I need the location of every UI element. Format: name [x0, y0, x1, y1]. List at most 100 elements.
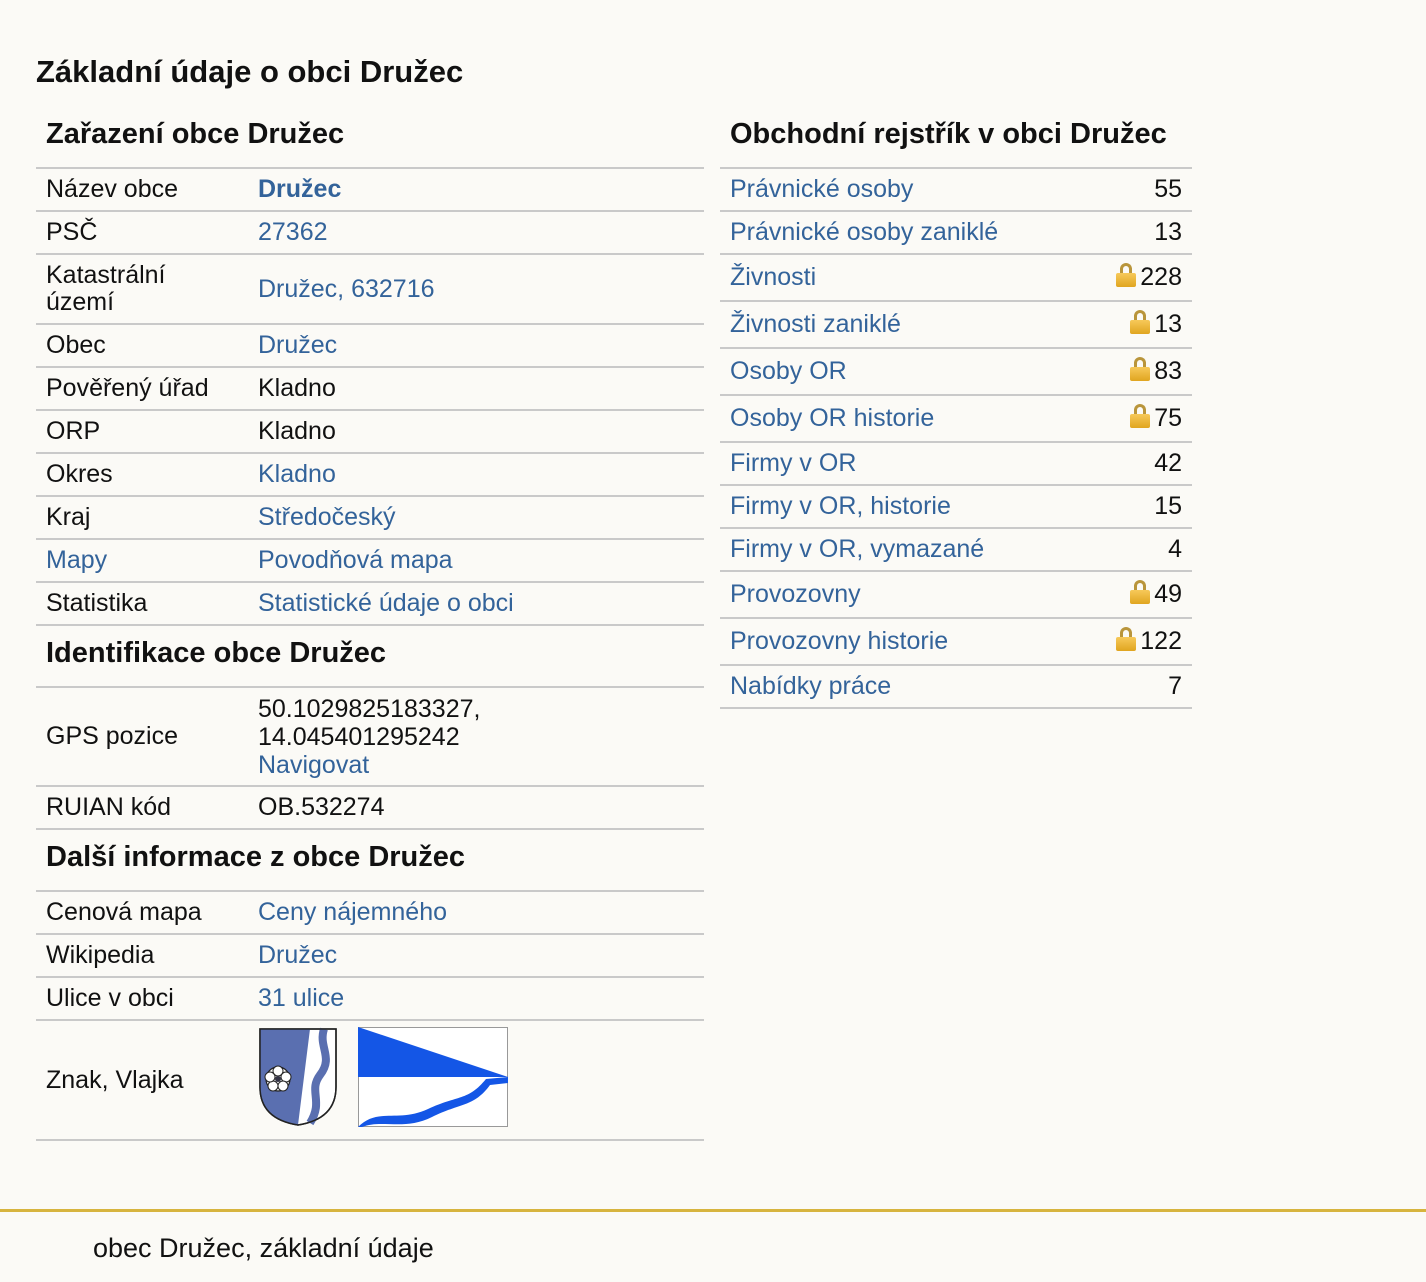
row-key: Obec — [36, 324, 248, 368]
table-row: Mapy Povodňová mapa — [36, 539, 704, 583]
table-row: Cenová mapa Ceny nájemného — [36, 892, 704, 935]
povodnova-mapa-link[interactable]: Povodňová mapa — [258, 546, 453, 574]
table-row: Osoby OR historie 75 — [720, 395, 1192, 443]
katastralni-uzemi-link[interactable]: Družec, 632716 — [258, 275, 435, 303]
section-heading-rejstrik: Obchodní rejstřík v obci Družec — [720, 108, 1192, 169]
lock-icon — [1116, 627, 1137, 651]
table-row: Osoby OR 83 — [720, 348, 1192, 396]
wikipedia-link[interactable]: Družec — [258, 941, 337, 969]
footer-text: obec Družec, základní údaje — [93, 1233, 434, 1263]
rejstrik-count: 55 — [1154, 175, 1182, 203]
ruian-value: OB.532274 — [248, 786, 704, 830]
rejstrik-link[interactable]: Osoby OR historie — [730, 404, 934, 432]
table-row: Nabídky práce 7 — [720, 665, 1192, 709]
row-key: Pověřený úřad — [36, 367, 248, 411]
row-key: Statistika — [36, 582, 248, 626]
psc-link[interactable]: 27362 — [258, 218, 328, 246]
table-row: Živnosti zaniklé 13 — [720, 301, 1192, 349]
rejstrik-count: 13 — [1154, 310, 1182, 338]
row-key: Kraj — [36, 496, 248, 540]
page-title: Základní údaje o obci Družec — [36, 54, 464, 89]
table-row: Provozovny historie 122 — [720, 618, 1192, 666]
lock-icon — [1130, 580, 1151, 604]
table-row: Název obce Družec — [36, 169, 704, 212]
row-key: Znak, Vlajka — [36, 1020, 248, 1141]
row-key: Cenová mapa — [36, 892, 248, 935]
orp-value: Kladno — [248, 410, 704, 454]
okres-link[interactable]: Kladno — [258, 460, 336, 488]
ulice-link[interactable]: 31 ulice — [258, 984, 344, 1012]
dalsi-table: Cenová mapa Ceny nájemného Wikipedia Dru… — [36, 892, 704, 1141]
row-key: Okres — [36, 453, 248, 497]
rejstrik-link[interactable]: Provozovny — [730, 580, 861, 608]
row-key: PSČ — [36, 211, 248, 255]
rejstrik-count: 228 — [1140, 263, 1182, 291]
table-row: Živnosti 228 — [720, 254, 1192, 302]
table-row: Okres Kladno — [36, 453, 704, 497]
rejstrik-link[interactable]: Osoby OR — [730, 357, 847, 385]
table-row: Katastrální území Družec, 632716 — [36, 254, 704, 325]
table-row: ORP Kladno — [36, 410, 704, 454]
lock-icon — [1130, 404, 1151, 428]
row-key: RUIAN kód — [36, 786, 248, 830]
table-row: GPS pozice 50.1029825183327, 14.04540129… — [36, 688, 704, 787]
rejstrik-link[interactable]: Právnické osoby zaniklé — [730, 218, 998, 246]
table-row: Kraj Středočeský — [36, 496, 704, 540]
rejstrik-count: 42 — [1154, 449, 1182, 477]
lock-icon — [1116, 263, 1137, 287]
table-row: RUIAN kód OB.532274 — [36, 786, 704, 830]
rejstrik-link[interactable]: Firmy v OR, vymazané — [730, 535, 984, 563]
mapy-link[interactable]: Mapy — [46, 546, 107, 574]
row-key: Wikipedia — [36, 934, 248, 978]
row-key: ORP — [36, 410, 248, 454]
navigovat-link[interactable]: Navigovat — [258, 751, 369, 779]
rejstrik-link[interactable]: Právnické osoby — [730, 175, 913, 203]
rejstrik-count: 15 — [1154, 492, 1182, 520]
row-key: Katastrální území — [36, 254, 248, 325]
rejstrik-count: 13 — [1154, 218, 1182, 246]
rejstrik-count: 49 — [1154, 580, 1182, 608]
lock-icon — [1130, 357, 1151, 381]
obec-name-link[interactable]: Družec — [258, 175, 341, 203]
emblems — [258, 1027, 694, 1127]
obec-link[interactable]: Družec — [258, 331, 337, 359]
table-row: Wikipedia Družec — [36, 934, 704, 978]
table-row: Firmy v OR 42 — [720, 442, 1192, 486]
rejstrik-count: 122 — [1140, 627, 1182, 655]
row-key: Název obce — [36, 169, 248, 212]
statistika-link[interactable]: Statistické údaje o obci — [258, 589, 514, 617]
row-key: Ulice v obci — [36, 977, 248, 1021]
section-heading-identifikace: Identifikace obce Družec — [36, 626, 704, 688]
footer-divider — [0, 1209, 1426, 1212]
rejstrik-link[interactable]: Živnosti — [730, 263, 816, 291]
rejstrik-link[interactable]: Provozovny historie — [730, 627, 948, 655]
left-column: Zařazení obce Družec Název obce Družec P… — [36, 108, 704, 1141]
table-row: Statistika Statistické údaje o obci — [36, 582, 704, 626]
zarazeni-table: Název obce Družec PSČ 27362 Katastrální … — [36, 169, 704, 626]
rejstrik-count: 4 — [1168, 535, 1182, 563]
rejstrik-link[interactable]: Firmy v OR — [730, 449, 856, 477]
ceny-najemneho-link[interactable]: Ceny nájemného — [258, 898, 447, 926]
rejstrik-count: 83 — [1154, 357, 1182, 385]
table-row: Právnické osoby 55 — [720, 169, 1192, 212]
rejstrik-count: 7 — [1168, 672, 1182, 700]
flag-icon[interactable] — [358, 1027, 508, 1127]
section-heading-dalsi: Další informace z obce Družec — [36, 830, 704, 892]
right-column: Obchodní rejstřík v obci Družec Právnick… — [720, 108, 1192, 709]
coat-of-arms-icon[interactable] — [258, 1027, 338, 1127]
rejstrik-link[interactable]: Firmy v OR, historie — [730, 492, 951, 520]
row-key: GPS pozice — [36, 688, 248, 787]
table-row: Právnické osoby zaniklé 13 — [720, 211, 1192, 255]
section-heading-zarazeni: Zařazení obce Družec — [36, 108, 704, 169]
rejstrik-link[interactable]: Nabídky práce — [730, 672, 891, 700]
povereny-urad-value: Kladno — [248, 367, 704, 411]
gps-latitude: 50.1029825183327, — [258, 694, 481, 723]
rejstrik-link[interactable]: Živnosti zaniklé — [730, 310, 901, 338]
table-row: Pověřený úřad Kladno — [36, 367, 704, 411]
table-row: Znak, Vlajka — [36, 1020, 704, 1141]
table-row: Firmy v OR, vymazané 4 — [720, 528, 1192, 572]
kraj-link[interactable]: Středočeský — [258, 503, 396, 531]
table-row: Obec Družec — [36, 324, 704, 368]
table-row: PSČ 27362 — [36, 211, 704, 255]
table-row: Ulice v obci 31 ulice — [36, 977, 704, 1021]
